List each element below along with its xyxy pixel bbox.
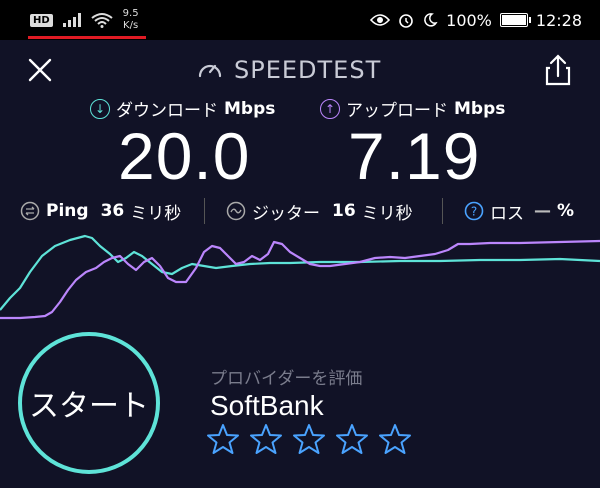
stats-row: Ping 36 ミリ秒 ジッター 16 ミリ秒 ? ロス — % — [0, 196, 600, 226]
loss-value: — — [534, 201, 551, 221]
status-bar: HD 9.5 K/s 100% 12:28 — [0, 0, 600, 40]
status-left: HD 9.5 K/s — [30, 8, 139, 32]
jitter-label: ジッター — [252, 203, 320, 224]
battery-icon — [499, 13, 531, 27]
ping-stat: Ping 36 ミリ秒 — [20, 196, 181, 226]
loss-label: ロス — [490, 203, 524, 224]
provider-name: SoftBank — [210, 390, 324, 421]
ping-value: 36 — [100, 201, 125, 221]
upload-value: 7.19 — [348, 119, 481, 193]
stats-divider — [442, 198, 443, 224]
battery-percent: 100% — [446, 10, 492, 30]
ping-label: Ping — [46, 201, 89, 221]
speed-graph — [0, 234, 600, 320]
alarm-icon — [399, 14, 413, 28]
close-icon — [28, 58, 52, 82]
network-speed-unit: K/s — [123, 20, 139, 31]
jitter-stat: ジッター 16 ミリ秒 — [226, 196, 413, 226]
loss-stat[interactable]: ? ロス — % — [464, 196, 574, 226]
app-title: SPEEDTEST — [196, 52, 381, 88]
rating-stars — [206, 422, 412, 456]
title-text: SPEEDTEST — [234, 56, 382, 84]
upload-speed-line — [0, 239, 600, 320]
loss-unit: % — [557, 201, 575, 221]
wifi-icon — [91, 13, 113, 28]
share-icon — [545, 54, 571, 86]
stats-divider — [204, 198, 205, 224]
network-speed: 9.5 K/s — [123, 8, 139, 32]
jitter-value: 16 — [332, 201, 356, 221]
jitter-icon — [226, 201, 246, 221]
speedometer-icon — [198, 64, 222, 78]
ping-icon — [20, 201, 40, 221]
close-button[interactable] — [22, 52, 58, 88]
download-value: 20.0 — [118, 119, 251, 193]
download-speed-line — [0, 234, 600, 311]
provider-rating-label: プロバイダーを評価 — [210, 369, 363, 389]
download-arrow-icon: ↓ — [90, 98, 110, 119]
star-icon[interactable] — [249, 422, 283, 456]
jitter-unit: ミリ秒 — [361, 203, 413, 224]
status-underline — [28, 36, 146, 39]
hd-badge: HD — [30, 13, 53, 27]
clock: 12:28 — [535, 10, 582, 30]
star-icon[interactable] — [335, 422, 369, 456]
star-icon[interactable] — [378, 422, 412, 456]
ping-unit: ミリ秒 — [130, 203, 182, 224]
svg-text:?: ? — [471, 205, 477, 219]
star-icon[interactable] — [292, 422, 326, 456]
do-not-disturb-moon-icon — [424, 13, 438, 27]
start-button-label: スタート — [29, 389, 149, 424]
status-right: 100% 12:28 — [370, 8, 582, 32]
help-icon[interactable]: ? — [464, 201, 484, 221]
share-button[interactable] — [540, 50, 576, 90]
cellular-signal-icon — [62, 13, 81, 27]
star-icon[interactable] — [206, 422, 240, 456]
eye-icon — [370, 14, 391, 26]
start-button[interactable]: スタート — [18, 332, 160, 474]
upload-arrow-icon: ↑ — [320, 98, 340, 119]
battery-fill — [501, 15, 526, 25]
network-speed-value: 9.5 — [122, 8, 139, 19]
download-unit: Mbps — [224, 98, 276, 119]
upload-unit: Mbps — [454, 98, 506, 119]
